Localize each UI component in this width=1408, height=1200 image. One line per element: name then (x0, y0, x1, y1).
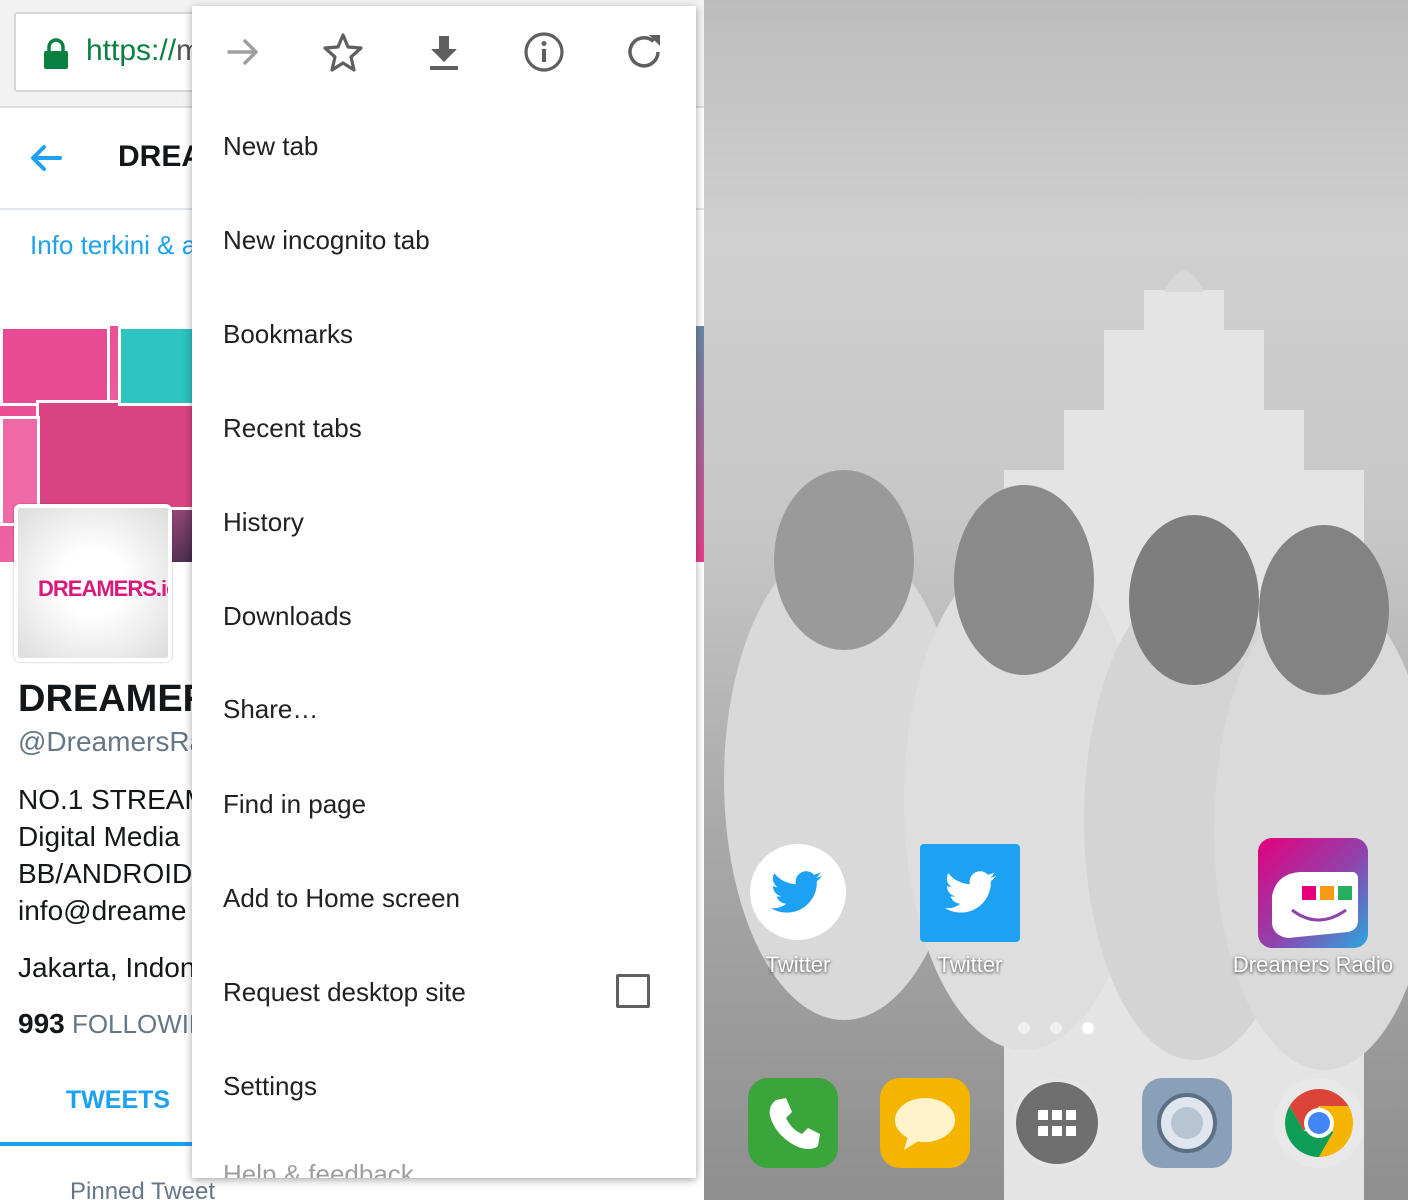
profile-name: DREAMER (18, 678, 211, 720)
menu-icon-row (192, 6, 696, 98)
menu-item-find-in-page[interactable]: Find in page (223, 789, 366, 820)
profile-handle: @DreamersRa (18, 726, 206, 757)
forward-icon[interactable] (221, 30, 265, 74)
twitter-square-icon[interactable] (920, 844, 1020, 942)
download-icon[interactable] (422, 30, 466, 74)
url-text[interactable]: https://m (86, 34, 201, 68)
bio-line: Digital Media (18, 821, 180, 852)
menu-item-downloads[interactable]: Downloads (223, 601, 352, 632)
avatar[interactable]: DREAMERS.id (14, 504, 172, 662)
menu-item-new-tab[interactable]: New tab (223, 131, 318, 162)
menu-item-new-incognito-tab[interactable]: New incognito tab (223, 225, 430, 256)
url-scheme: https:// (86, 34, 177, 67)
pinned-tweet-label: Pinned Tweet (70, 1178, 215, 1200)
chrome-overflow-menu: New tab New incognito tab Bookmarks Rece… (192, 6, 696, 1178)
app-label-twitter-2[interactable]: Twitter (920, 952, 1020, 978)
home-screen: Twitter Twitter Dreamers Radio (704, 0, 1408, 1200)
dreamers-radio-icon[interactable] (1258, 838, 1368, 948)
app-drawer-icon[interactable] (1010, 1076, 1104, 1170)
avatar-logo: DREAMERS.id (38, 576, 172, 601)
following-count: 993 (18, 1008, 65, 1039)
page-dot-active (1082, 1022, 1094, 1034)
lock-icon (44, 38, 68, 69)
app-label-dreamers-radio[interactable]: Dreamers Radio (1228, 952, 1398, 978)
bio-line: NO.1 STREAM (18, 784, 208, 815)
wallpaper-icon (724, 271, 1408, 1200)
chrome-icon[interactable] (1272, 1076, 1366, 1170)
menu-item-settings[interactable]: Settings (223, 1071, 317, 1102)
menu-item-share[interactable]: Share… (223, 694, 318, 725)
star-icon[interactable] (321, 30, 365, 74)
twitter-round-icon[interactable] (748, 842, 848, 942)
menu-item-recent-tabs[interactable]: Recent tabs (223, 413, 362, 444)
info-link[interactable]: Info terkini & a (30, 230, 196, 261)
page-dot (1050, 1022, 1062, 1034)
page-dot (1018, 1022, 1030, 1034)
camera-icon[interactable] (1140, 1076, 1234, 1170)
menu-item-help-feedback[interactable]: Help & feedback (223, 1159, 414, 1178)
app-label-twitter[interactable]: Twitter (748, 952, 848, 978)
reload-icon[interactable] (622, 30, 666, 74)
page-title: DREA (118, 140, 204, 173)
phone-icon[interactable] (746, 1076, 840, 1170)
menu-item-history[interactable]: History (223, 507, 304, 538)
menu-item-request-desktop[interactable]: Request desktop site (223, 977, 466, 1008)
info-icon[interactable] (522, 30, 566, 74)
menu-item-bookmarks[interactable]: Bookmarks (223, 319, 353, 350)
bio-link[interactable]: info@dreame (18, 895, 187, 927)
menu-item-add-to-home[interactable]: Add to Home screen (223, 883, 460, 914)
request-desktop-checkbox[interactable] (616, 974, 650, 1008)
bio-line: BB/ANDROID (18, 858, 193, 889)
following-label: FOLLOWIN (71, 1009, 208, 1039)
following-stat[interactable]: 993 FOLLOWIN (18, 1008, 208, 1040)
profile-location: Jakarta, Indon (18, 952, 196, 983)
messaging-icon[interactable] (878, 1076, 972, 1170)
back-arrow-icon[interactable] (28, 140, 64, 176)
